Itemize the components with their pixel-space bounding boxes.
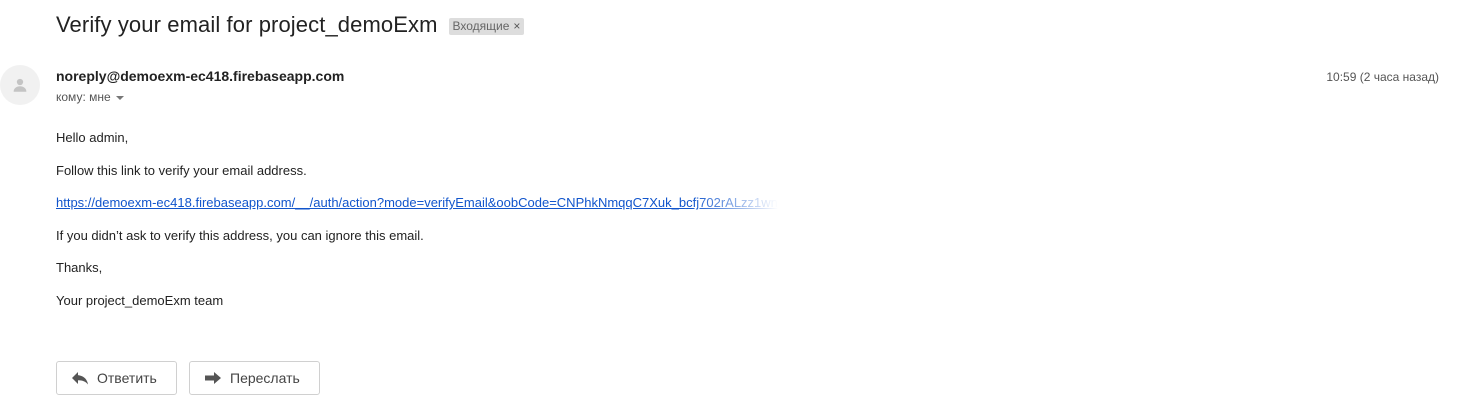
reply-button[interactable]: Ответить: [56, 361, 177, 395]
recipient-text: кому: мне: [56, 90, 111, 104]
verify-email-link[interactable]: https://demoexm-ec418.firebaseapp.com/__…: [56, 195, 778, 210]
forward-label: Переслать: [230, 370, 300, 386]
inbox-label-text: Входящие: [452, 18, 510, 33]
subject-row: Verify your email for project_demoExm Вх…: [56, 10, 525, 40]
inbox-label-chip[interactable]: Входящие ×: [448, 17, 525, 35]
body-signature: Your project_demoExm team: [56, 293, 224, 308]
recipient-details-toggle[interactable]: кому: мне: [56, 90, 124, 104]
reply-label: Ответить: [97, 370, 157, 386]
person-avatar-icon: [13, 78, 27, 92]
email-timestamp: 10:59 (2 часа назад): [1326, 70, 1439, 84]
caret-down-icon[interactable]: [115, 95, 124, 100]
forward-arrow-icon: [204, 371, 222, 385]
body-instruction: Follow this link to verify your email ad…: [56, 163, 307, 178]
sender-avatar: [0, 65, 40, 105]
body-greeting: Hello admin,: [56, 130, 129, 145]
reply-arrow-icon: [71, 371, 89, 385]
body-thanks: Thanks,: [56, 260, 103, 275]
forward-button[interactable]: Переслать: [189, 361, 320, 395]
sender-address[interactable]: noreply@demoexm-ec418.firebaseapp.com: [56, 68, 344, 84]
email-view: Verify your email for project_demoExm Вх…: [0, 0, 1461, 409]
remove-label-icon[interactable]: ×: [513, 19, 520, 33]
email-subject: Verify your email for project_demoExm: [56, 12, 438, 37]
body-ignore-note: If you didn’t ask to verify this address…: [56, 228, 424, 243]
